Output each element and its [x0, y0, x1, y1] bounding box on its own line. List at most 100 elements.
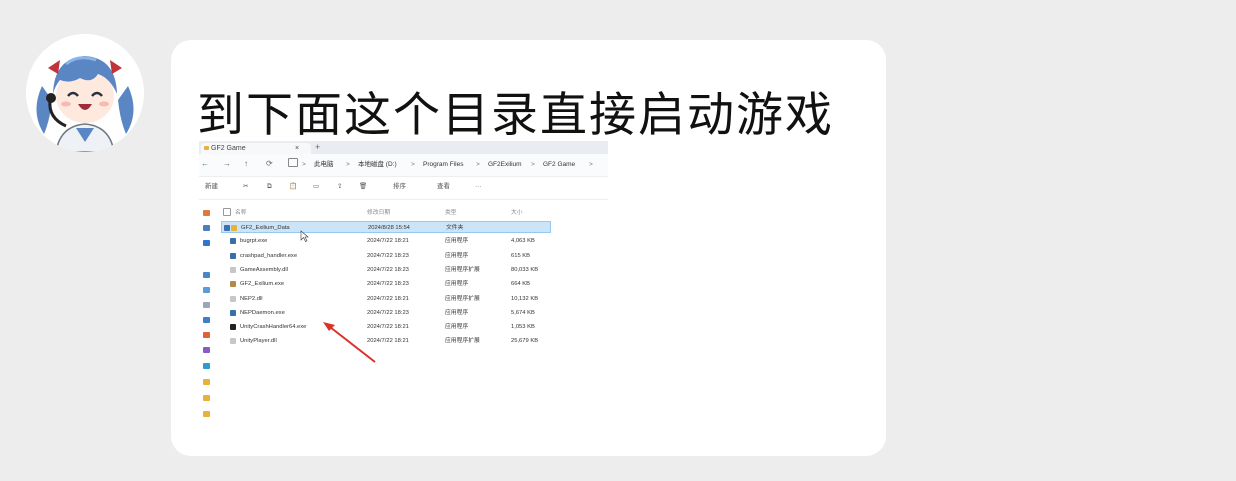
column-header-size[interactable]: 大小 — [511, 207, 523, 216]
file-date: 2024/8/28 15:54 — [368, 225, 410, 231]
file-type: 应用程序 — [445, 324, 469, 331]
file-name: crashpad_handler.exe — [240, 252, 298, 259]
breadcrumb-item[interactable]: Program Files — [423, 158, 463, 172]
file-name: GF2_Exilium_Data — [241, 225, 290, 231]
cut-icon[interactable]: ✂ — [243, 179, 248, 195]
breadcrumb-separator: > — [531, 161, 535, 168]
breadcrumb-separator: > — [302, 161, 306, 168]
file-size: 664 KB — [511, 281, 531, 288]
breadcrumb-item[interactable]: 本地磁盘 (D:) — [358, 158, 397, 172]
desktop-icon[interactable] — [203, 272, 210, 278]
file-date: 2024/7/22 18:21 — [367, 295, 409, 302]
file-list: 名称 修改日期 类型 大小 GF2_Exilium_Data 2024/8/28 … — [221, 205, 608, 431]
drive-icon[interactable] — [203, 363, 210, 369]
folder-icon — [204, 146, 209, 150]
file-row[interactable]: NEPDaemon.exe 2024/7/22 18:23 应用程序 5,674 KB — [221, 307, 551, 319]
file-icon — [230, 324, 236, 331]
explorer-tab[interactable]: GF2 Game × — [201, 143, 311, 154]
file-name: UnityCrashHandler64.exe — [240, 324, 307, 331]
file-row[interactable]: GF2_Exilium.exe 2024/7/22 18:23 应用程序 664 KB — [221, 278, 551, 290]
paste-icon[interactable]: 📋 — [289, 179, 297, 195]
file-type: 应用程序 — [445, 252, 469, 259]
file-date: 2024/7/22 18:21 — [367, 324, 409, 331]
pictures-icon[interactable] — [203, 317, 210, 323]
file-date: 2024/7/22 18:21 — [367, 338, 409, 345]
forward-arrow-icon[interactable]: → — [223, 159, 231, 169]
command-toolbar: 新建 ✂ ⧉ 📋 ▭ ⇪ 🗑 排序 查看 ··· — [199, 179, 608, 195]
file-type: 应用程序扩展 — [445, 338, 480, 345]
navigation-pane — [199, 205, 221, 431]
message-bubble: 到下面这个目录直接启动游戏 GF2 Game × + ← → ↑ ⟳ > 此电脑… — [171, 40, 886, 456]
folder-icon[interactable] — [203, 379, 210, 385]
folder-icon[interactable] — [203, 395, 210, 401]
message-text: 到下面这个目录直接启动游戏 — [197, 88, 834, 143]
file-row[interactable]: UnityPlayer.dll 2024/7/22 18:21 应用程序扩展 25,6… — [221, 335, 551, 347]
folder-icon[interactable] — [203, 411, 210, 417]
file-row[interactable]: UnityCrashHandler64.exe 2024/7/22 18:21 应用… — [221, 321, 551, 333]
avatar[interactable] — [26, 34, 144, 152]
file-name: UnityPlayer.dll — [240, 338, 277, 345]
monitor-icon — [288, 158, 298, 167]
home-icon[interactable] — [203, 210, 210, 216]
sort-button[interactable]: 排序 — [393, 179, 406, 195]
new-button[interactable]: 新建 — [205, 179, 218, 195]
file-type: 文件夹 — [446, 225, 464, 231]
documents-icon[interactable] — [203, 302, 210, 308]
downloads-icon[interactable] — [203, 287, 210, 293]
folder-icon — [231, 225, 237, 231]
file-name: GF2_Exilium.exe — [240, 281, 285, 288]
column-header-name[interactable]: 名称 — [235, 207, 247, 216]
file-size: 10,132 KB — [511, 295, 539, 302]
new-tab-button[interactable]: + — [315, 142, 320, 152]
file-row[interactable]: GF2_Exilium_Data 2024/8/28 15:54 文件夹 — [221, 221, 551, 233]
copy-icon[interactable]: ⧉ — [267, 179, 272, 195]
file-name: GameAssembly.dll — [240, 266, 288, 273]
file-row[interactable]: crashpad_handler.exe 2024/7/22 18:23 应用程序 6… — [221, 250, 551, 262]
file-name: NEPDaemon.exe — [240, 309, 285, 316]
breadcrumb-item[interactable]: GF2 Game — [543, 158, 575, 172]
column-header-date[interactable]: 修改日期 — [367, 207, 390, 216]
refresh-icon[interactable]: ⟳ — [266, 159, 273, 169]
select-all-checkbox[interactable] — [223, 208, 231, 216]
gallery-icon[interactable] — [203, 225, 210, 231]
cloud-icon[interactable] — [203, 240, 210, 246]
file-row[interactable]: bugrpt.exe 2024/7/22 18:21 应用程序 4,063 KB — [221, 235, 551, 247]
file-icon — [230, 309, 236, 316]
delete-icon[interactable]: 🗑 — [359, 179, 367, 195]
file-date: 2024/7/22 18:23 — [367, 252, 409, 259]
up-arrow-icon[interactable]: ↑ — [244, 159, 248, 169]
rename-icon[interactable]: ▭ — [313, 179, 319, 195]
file-name: NEP2.dll — [240, 295, 263, 302]
share-icon[interactable]: ⇪ — [337, 179, 342, 195]
file-icon — [230, 238, 236, 245]
videos-icon[interactable] — [203, 347, 210, 353]
breadcrumb-item[interactable]: 此电脑 — [314, 158, 334, 172]
file-icon — [230, 338, 236, 345]
breadcrumb-separator: > — [589, 161, 593, 168]
file-explorer-screenshot[interactable]: GF2 Game × + ← → ↑ ⟳ > 此电脑 > 本地磁盘 (D:) >… — [199, 141, 608, 431]
tab-title: GF2 Game — [211, 145, 246, 152]
file-size: 25,679 KB — [511, 338, 539, 345]
breadcrumb-item[interactable]: GF2Exilium — [488, 158, 522, 172]
breadcrumb-separator: > — [411, 161, 415, 168]
file-type: 应用程序 — [445, 281, 469, 288]
file-row[interactable]: GameAssembly.dll 2024/7/22 18:23 应用程序扩展 80,… — [221, 264, 551, 276]
view-button[interactable]: 查看 — [437, 179, 450, 195]
file-row[interactable]: NEP2.dll 2024/7/22 18:21 应用程序扩展 10,132 KB — [221, 293, 551, 305]
file-size: 615 KB — [511, 252, 531, 259]
file-size: 80,033 KB — [511, 266, 539, 273]
more-button[interactable]: ··· — [475, 179, 482, 195]
file-type: 应用程序 — [445, 309, 469, 316]
file-icon — [230, 295, 236, 302]
address-field[interactable]: > 此电脑 > 本地磁盘 (D:) > Program Files > GF2E… — [299, 158, 608, 172]
back-arrow-icon[interactable]: ← — [201, 159, 209, 169]
file-type: 应用程序扩展 — [445, 266, 480, 273]
row-checkbox[interactable] — [224, 225, 230, 231]
file-date: 2024/7/22 18:23 — [367, 281, 409, 288]
toolbar-divider — [199, 199, 608, 200]
file-icon — [230, 281, 236, 288]
file-date: 2024/7/22 18:21 — [367, 238, 409, 245]
close-icon[interactable]: × — [295, 143, 299, 154]
column-header-type[interactable]: 类型 — [445, 207, 457, 216]
music-icon[interactable] — [203, 332, 210, 338]
